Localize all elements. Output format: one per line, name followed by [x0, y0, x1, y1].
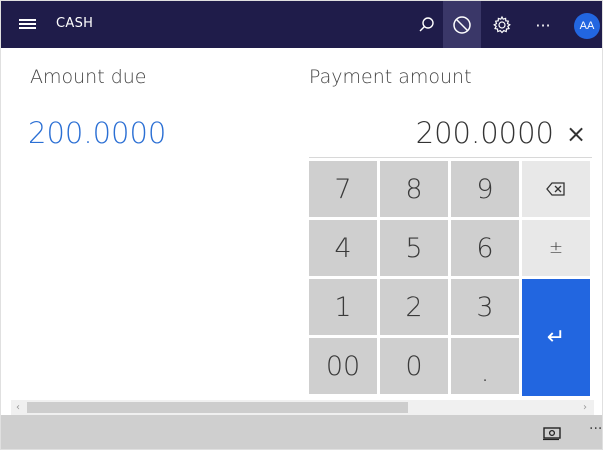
key-0[interactable]: 0: [380, 338, 448, 394]
scroll-right-arrow[interactable]: ›: [578, 400, 592, 415]
enter-button[interactable]: ↵: [522, 279, 590, 396]
key-4[interactable]: 4: [309, 220, 377, 276]
page-title: CASH: [56, 16, 94, 31]
key-decimal[interactable]: .: [451, 338, 519, 394]
amount-due-label: Amount due: [30, 66, 147, 88]
key-7[interactable]: 7: [309, 161, 377, 217]
payment-field-underline: [309, 157, 592, 158]
key-2[interactable]: 2: [380, 279, 448, 335]
bottom-more-icon[interactable]: ···: [589, 421, 602, 441]
backspace-icon: [546, 182, 565, 196]
scroll-left-arrow[interactable]: ‹: [11, 400, 25, 415]
clear-amount-button[interactable]: ×: [564, 119, 588, 149]
cash-icon[interactable]: [542, 425, 562, 441]
payment-amount-field[interactable]: 200.0000: [416, 116, 554, 150]
gear-icon[interactable]: [488, 11, 516, 39]
scrollbar-thumb[interactable]: [27, 402, 408, 413]
key-9[interactable]: 9: [451, 161, 519, 217]
key-1[interactable]: 1: [309, 279, 377, 335]
backspace-button[interactable]: [522, 161, 590, 217]
key-8[interactable]: 8: [380, 161, 448, 217]
plus-minus-button[interactable]: ±: [522, 220, 590, 276]
search-icon[interactable]: [415, 13, 439, 37]
amount-due-value: 200.0000: [28, 116, 167, 150]
key-6[interactable]: 6: [451, 220, 519, 276]
key-3[interactable]: 3: [451, 279, 519, 335]
block-icon[interactable]: [443, 1, 481, 48]
more-options-icon[interactable]: ···: [531, 13, 555, 37]
top-bar: CASH ··· AA: [1, 1, 602, 48]
key-00[interactable]: 00: [309, 338, 377, 394]
bottom-app-bar: [1, 415, 602, 449]
app-window: CASH ··· AA Amount due Payment amount 20…: [0, 0, 603, 450]
avatar[interactable]: AA: [574, 13, 600, 39]
payment-amount-label: Payment amount: [309, 66, 472, 88]
hamburger-menu-icon[interactable]: [19, 17, 37, 31]
key-5[interactable]: 5: [380, 220, 448, 276]
